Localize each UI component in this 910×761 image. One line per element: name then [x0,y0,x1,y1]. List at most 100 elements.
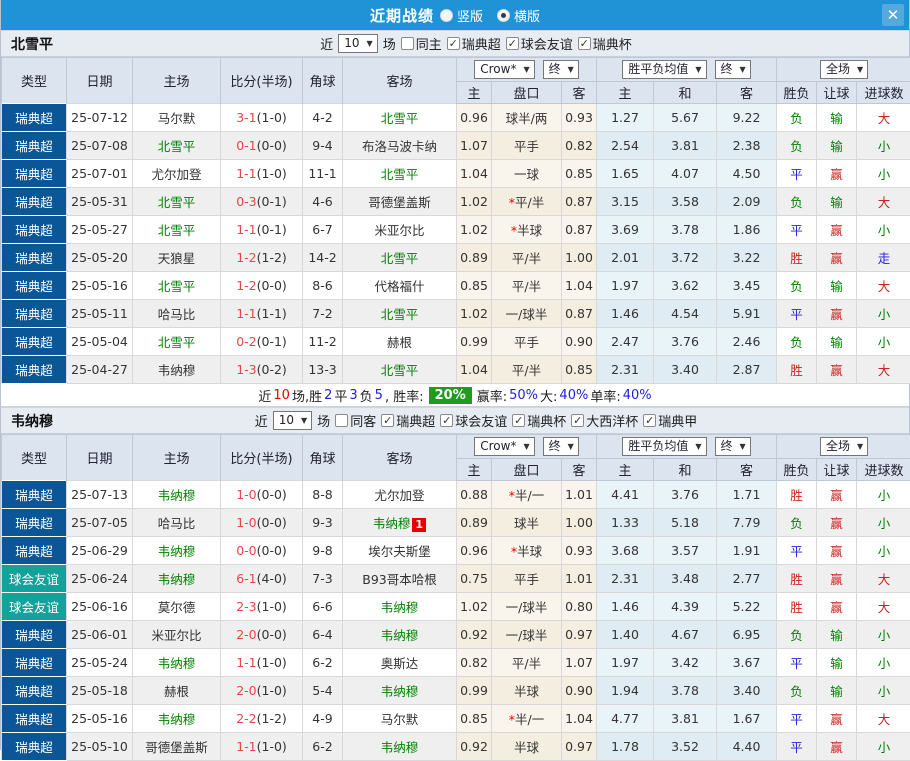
cell-result-wdl: 负 [777,188,817,216]
cell-away-team: 北雪平 [343,300,457,328]
cell-result-wdl: 负 [777,677,817,705]
cell-mean-draw: 3.48 [654,565,717,593]
cell-match-type: 瑞典超 [2,509,67,537]
cell-date: 25-05-04 [67,328,133,356]
radio-horizontal-layout[interactable]: 横版 [497,6,540,25]
chevron-down-icon: ▼ [568,439,574,454]
cell-mean-draw: 3.81 [654,705,717,733]
table-row: 瑞典超25-05-16韦纳穆2-2(1-2)4-9马尔默0.85*半/一1.04… [2,705,910,733]
competition-checkbox[interactable]: ✓球会友谊 [506,34,573,53]
cell-corners: 7-3 [303,565,343,593]
cell-handicap: *半球 [492,537,562,565]
col-away: 客场 [343,435,457,481]
radio-vertical-layout[interactable]: 竖版 [440,6,483,25]
radio-unselected-icon[interactable] [440,9,453,22]
cell-score: 1-2(0-0) [221,272,303,300]
cell-away-team: 韦纳穆 [343,621,457,649]
same-venue-checkbox[interactable]: 同客 [335,411,376,430]
table-row: 瑞典超25-06-29韦纳穆0-0(0-0)9-8埃尔夫斯堡0.96*半球0.9… [2,537,910,565]
summary-text: 10 [273,388,290,403]
mean-odds-select[interactable]: 胜平负均值▼ [622,437,706,456]
cell-result-wdl: 平 [777,705,817,733]
cell-result-goals: 小 [857,216,910,244]
cell-date: 25-05-16 [67,272,133,300]
cell-odds-away: 0.87 [562,300,597,328]
odds-company-select[interactable]: Crow*▼ [474,437,534,456]
checkbox-unchecked-icon [335,414,348,427]
chevron-down-icon: ▼ [857,439,863,454]
mean-time-select[interactable]: 终▼ [715,60,751,79]
cell-mean-away: 7.79 [717,509,777,537]
cell-corners: 9-3 [303,509,343,537]
cell-result-wdl: 平 [777,537,817,565]
match-count-select[interactable]: 10▼ [273,411,312,430]
cell-result-goals: 小 [857,328,910,356]
mean-time-select[interactable]: 终▼ [715,437,751,456]
cell-odds-home: 0.85 [457,705,492,733]
cell-score: 2-0(0-0) [221,621,303,649]
cell-handicap: 平手 [492,565,562,593]
cell-result-wdl: 负 [777,104,817,132]
cell-mean-away: 9.22 [717,104,777,132]
cell-corners: 11-1 [303,160,343,188]
match-count-select[interactable]: 10▼ [338,34,377,53]
summary-text: 2 [324,388,332,403]
cell-home-team: 尤尔加登 [133,160,221,188]
col-mean-draw: 和 [654,82,717,104]
cell-home-team: 天狼星 [133,244,221,272]
competition-checkbox[interactable]: ✓瑞典杯 [578,34,632,53]
odds-time-select[interactable]: 终▼ [543,60,579,79]
cell-match-type: 瑞典超 [2,132,67,160]
table-row: 瑞典超25-05-18赫根2-0(1-0)5-4韦纳穆0.99半球0.901.9… [2,677,910,705]
cell-home-team: 莫尔德 [133,593,221,621]
col-corner: 角球 [303,58,343,104]
cell-date: 25-07-13 [67,481,133,509]
competition-checkbox[interactable]: ✓瑞典甲 [643,411,697,430]
cell-handicap: 平/半 [492,272,562,300]
competition-checkbox[interactable]: ✓球会友谊 [440,411,507,430]
cell-odds-home: 0.88 [457,481,492,509]
cell-away-team: 北雪平 [343,160,457,188]
red-card-badge: 1 [412,518,426,532]
cell-odds-home: 0.99 [457,328,492,356]
cell-score: 1-2(1-2) [221,244,303,272]
cell-corners: 6-2 [303,733,343,761]
same-venue-checkbox[interactable]: 同主 [401,34,442,53]
mean-odds-select[interactable]: 胜平负均值▼ [622,60,706,79]
col-date: 日期 [67,58,133,104]
result-scope-select[interactable]: 全场▼ [820,60,868,79]
cell-mean-draw: 3.81 [654,132,717,160]
table-row: 瑞典超25-05-20天狼星1-2(1-2)14-2北雪平0.89平/半1.00… [2,244,910,272]
cell-odds-home: 0.96 [457,537,492,565]
col-odds-away: 客 [562,82,597,104]
cell-mean-home: 2.47 [597,328,654,356]
competition-checkbox[interactable]: ✓瑞典杯 [512,411,566,430]
cell-mean-draw: 3.72 [654,244,717,272]
close-button[interactable]: ✕ [882,4,904,26]
cell-result-wdl: 胜 [777,481,817,509]
chevron-down-icon: ▼ [523,62,529,77]
cell-corners: 11-2 [303,328,343,356]
cell-mean-home: 1.78 [597,733,654,761]
cell-handicap: *半球 [492,216,562,244]
competition-checkbox[interactable]: ✓瑞典超 [447,34,501,53]
cell-odds-home: 0.99 [457,677,492,705]
filter-prefix-label: 近 [255,411,268,430]
filter-suffix-label: 场 [317,411,330,430]
odds-company-select[interactable]: Crow*▼ [474,60,534,79]
cell-mean-draw: 3.40 [654,356,717,384]
radio-selected-icon[interactable] [497,9,510,22]
odds-time-select[interactable]: 终▼ [543,437,579,456]
cell-home-team: 北雪平 [133,328,221,356]
col-corner: 角球 [303,435,343,481]
result-scope-select[interactable]: 全场▼ [820,437,868,456]
cell-handicap: 一/球半 [492,593,562,621]
cell-corners: 9-4 [303,132,343,160]
cell-corners: 4-9 [303,705,343,733]
cell-home-team: 赫根 [133,677,221,705]
cell-result-handicap: 赢 [817,705,857,733]
cell-mean-away: 1.86 [717,216,777,244]
competition-checkbox[interactable]: ✓瑞典超 [381,411,435,430]
competition-checkbox[interactable]: ✓大西洋杯 [571,411,638,430]
cell-date: 25-05-20 [67,244,133,272]
